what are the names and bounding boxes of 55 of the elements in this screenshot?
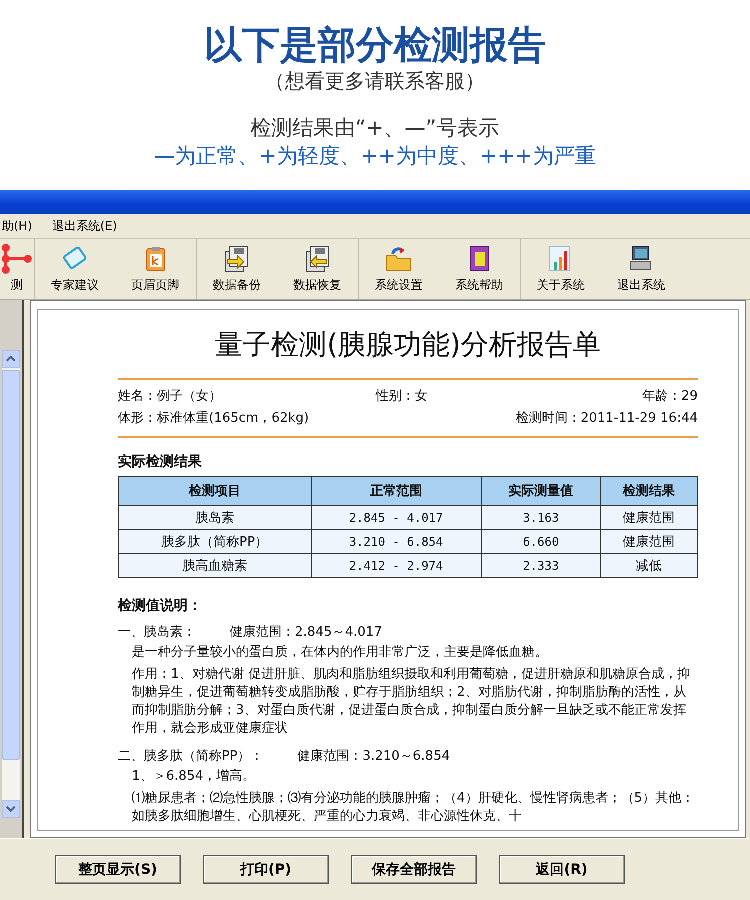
paragraph: 作用：1、对糖代谢 促进肝脏、肌肉和脂肪组织摄取和利用葡萄糖，促进肝糖原和肌糖原合成，抑制糖异生，促进葡萄糖转变成脂肪酸，贮存于脂肪组织；2、对脂肪代谢，抑制脂肪酶的活性，从而抑制脂肪分解；3、对蛋白质代谢，促进蛋白质合成，抑制蛋白质分解一旦缺乏或不能正常发挥作用，就会形成亚健康症状 [132,666,692,738]
table-cell: 3.210 - 6.854 [311,530,482,554]
paragraph: 是一种分子量较小的蛋白质，在体内的作用非常广泛，主要是降低血糖。 [132,644,549,662]
toolbar-button[interactable]: 系统帮助 [439,239,520,299]
chevron-up-icon[interactable] [6,356,16,362]
info-field: 检测时间：2011-11-29 16:44 [516,408,698,430]
section-heading: 检测值说明： [118,597,203,616]
info-field: 性别：女 [376,386,428,408]
toolbar-button[interactable]: 测 [0,239,34,299]
column-header: 检测项目 [118,476,312,506]
table-cell: 健康范围 [600,506,698,530]
report-title: 量子检测(胰腺功能)分析报告单 [214,327,602,363]
table-cell: 2.845 - 4.017 [311,506,482,530]
info-field: 姓名：例子（女） [118,386,222,408]
toolbar-button[interactable]: 数据备份 [196,239,277,299]
healthy-range: 健康范围：3.210～6.854 [298,749,450,764]
table-cell: 胰多肽（简称PP） [118,530,312,554]
table-cell: 6.660 [481,530,601,554]
info-field: 体形：标准体重(165cm，62kg) [118,408,310,430]
action-button[interactable]: 打印(P) [203,855,329,884]
legend-text: —为正常、+为轻度、++为中度、+++为严重 [154,143,596,170]
table-cell: 2.412 - 2.974 [311,554,482,578]
table-cell: 胰岛素 [118,506,312,530]
healthy-range: 健康范围：2.845～4.017 [230,625,382,640]
toolbar-button[interactable]: 专家建议 [34,239,115,299]
column-header: 实际测量值 [481,476,601,506]
toolbar-button[interactable]: 系统设置 [358,239,439,299]
item-heading: 一、胰岛素： [118,625,196,640]
info-field: 年龄：29 [642,386,698,408]
toolbar-button[interactable]: 页眉页脚 [115,239,196,299]
network-icon [2,244,32,274]
banner-subtitle: （想看更多请联系客服） [265,68,485,94]
table-cell: 胰高血糖素 [118,554,312,578]
action-button[interactable]: 保存全部报告 [351,855,477,884]
paragraph: ⑴糖尿患者；⑵急性胰腺；⑶有分泌功能的胰腺肿瘤；（4）肝硬化、慢性肾病患者；（5）其他：如胰多肽细胞增生、心肌梗死、严重的心力衰竭、非心源性休克、十 [132,790,696,826]
menu-item[interactable]: 退出系统(E) [42,218,128,234]
scrollbar[interactable] [2,350,20,818]
chevron-down-icon[interactable] [6,806,16,812]
table-cell: 减低 [600,554,698,578]
toolbar-button[interactable]: 数据恢复 [277,239,358,299]
toolbar-button[interactable]: 关于系统 [520,239,601,299]
legend-title: 检测结果由“+、—”号表示 [250,115,500,142]
item-heading: 二、胰多肽（简称PP）： [118,749,264,764]
action-button[interactable]: 返回(R) [499,855,625,884]
paragraph: 1、＞6.854，增高。 [132,768,256,786]
table-cell: 3.163 [481,506,601,530]
table-cell: 健康范围 [600,530,698,554]
menu-item[interactable]: 助(H) [0,218,42,234]
action-button[interactable]: 整页显示(S) [55,855,181,884]
banner-title: 以下是部分检测报告 [204,22,546,68]
table-cell: 2.333 [481,554,601,578]
column-header: 检测结果 [600,476,698,506]
section-heading: 实际检测结果 [118,452,203,472]
toolbar-button[interactable]: 退出系统 [601,239,682,299]
column-header: 正常范围 [311,476,482,506]
